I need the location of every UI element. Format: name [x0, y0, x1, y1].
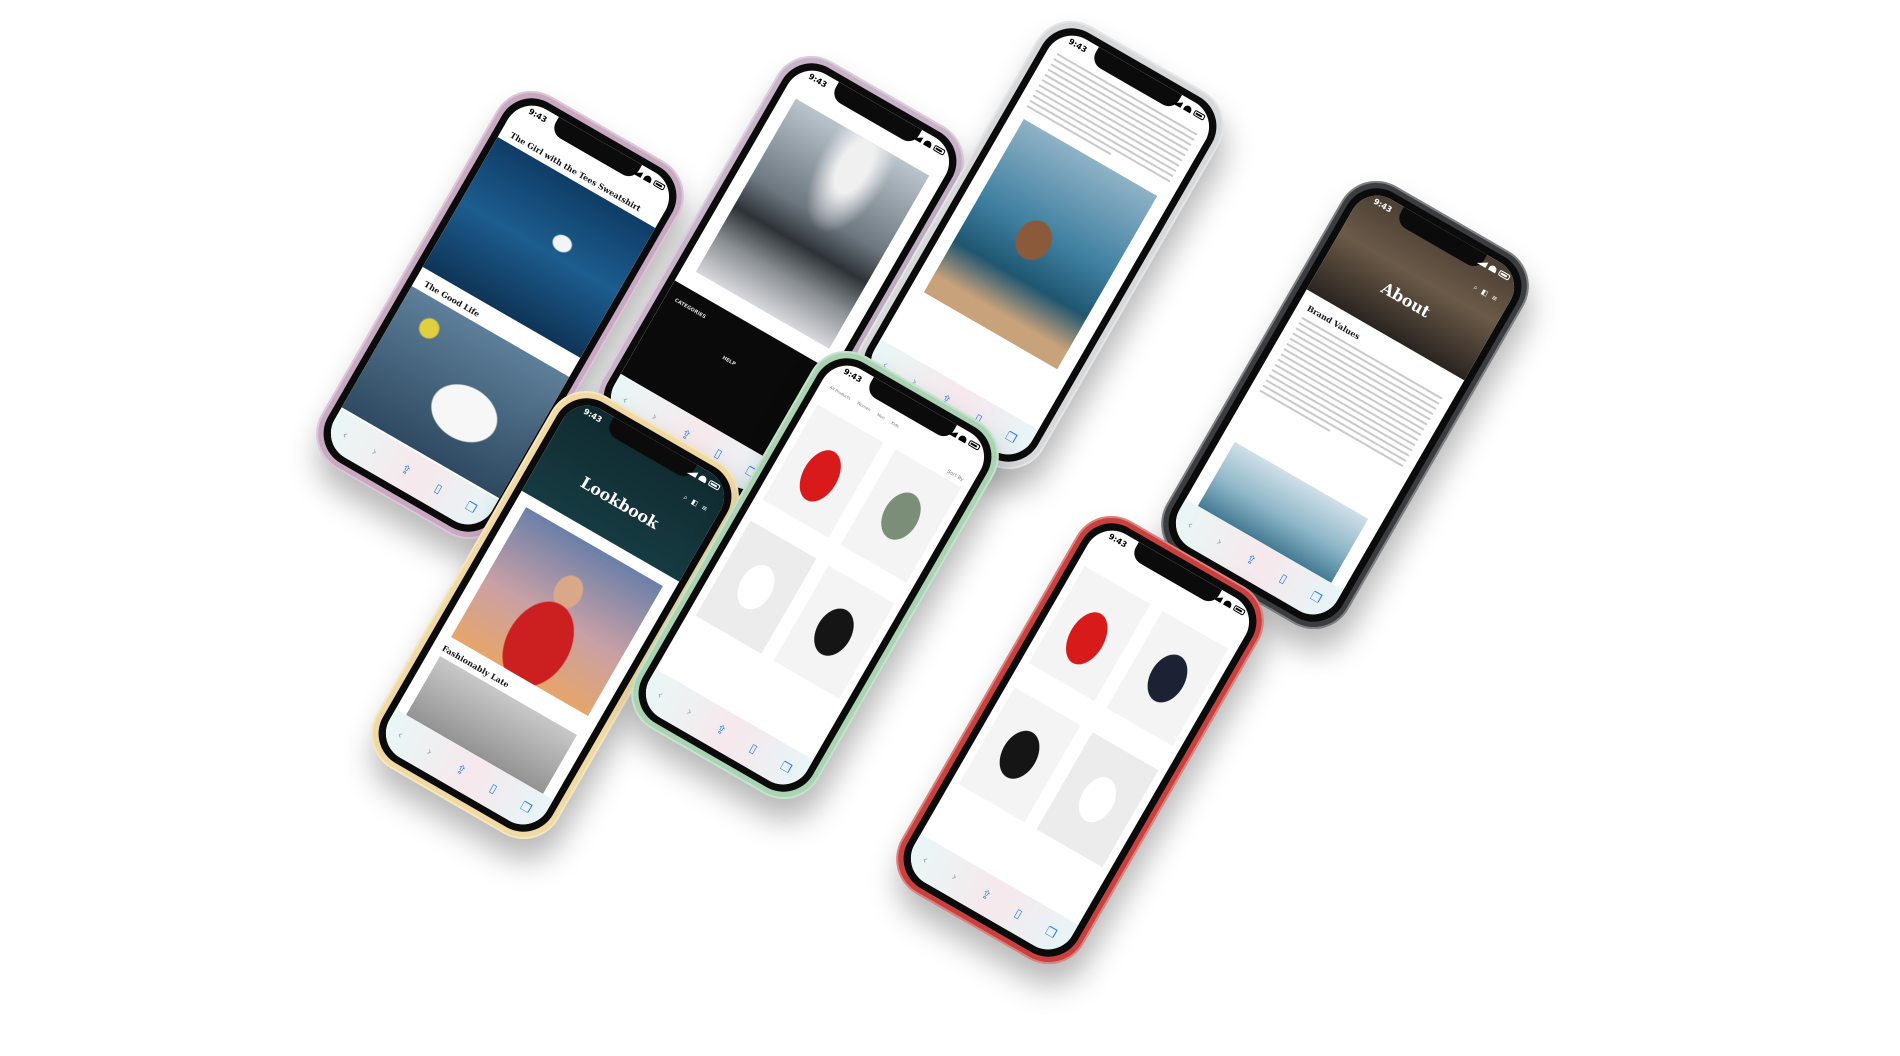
bookmarks-icon[interactable]: ▯	[747, 741, 760, 756]
bookmarks-icon[interactable]: ▯	[432, 481, 445, 496]
tab-all-products[interactable]: All Products	[829, 385, 852, 401]
back-icon[interactable]: ‹	[1185, 517, 1196, 532]
wifi-icon	[697, 474, 708, 484]
signal-icon	[686, 467, 699, 478]
share-icon[interactable]: ⇪	[398, 461, 414, 478]
wifi-icon	[1487, 264, 1498, 274]
phone-screen: 9:43 ⌕ ◧ ≡ About Brand Values ‹ › ⇪ ▯ ❐	[1165, 185, 1525, 625]
signal-icon	[1171, 97, 1184, 108]
share-icon[interactable]: ⇪	[978, 886, 994, 903]
tabs-icon[interactable]: ❐	[1043, 924, 1059, 942]
forward-icon[interactable]: ›	[1214, 534, 1225, 549]
phone-bezel: 9:43 ⌕ ◧ ≡ About Brand Values ‹ › ⇪ ▯ ❐	[1156, 175, 1534, 635]
tab-kids[interactable]: Kids	[890, 420, 900, 429]
signal-icon	[1211, 592, 1224, 603]
forward-icon[interactable]: ›	[949, 869, 960, 884]
footer-categories[interactable]: CATEGORIES	[673, 298, 706, 321]
signal-icon	[1476, 257, 1489, 268]
tab-men[interactable]: Men	[876, 412, 886, 421]
bookmarks-icon[interactable]: ▯	[487, 781, 500, 796]
signal-icon	[911, 132, 924, 143]
battery-icon	[652, 179, 666, 191]
share-icon[interactable]: ⇪	[713, 721, 729, 738]
bookmarks-icon[interactable]: ▯	[1277, 571, 1290, 586]
wifi-icon	[642, 174, 653, 184]
back-icon[interactable]: ‹	[395, 727, 406, 742]
phone-screen: 9:43 ‹ › ⇪ ▯ ❐	[900, 520, 1260, 960]
forward-icon[interactable]: ›	[684, 704, 695, 719]
battery-icon	[1192, 109, 1206, 121]
tabs-icon[interactable]: ❐	[1003, 429, 1019, 447]
tabs-icon[interactable]: ❐	[518, 799, 534, 817]
wifi-icon	[1182, 104, 1193, 114]
wifi-icon	[957, 434, 968, 444]
forward-icon[interactable]: ›	[369, 444, 380, 459]
mockup-stage: 9:43 The Girl with the Tees Sweatshirt T…	[0, 0, 1900, 1056]
battery-icon	[932, 144, 946, 156]
wifi-icon	[922, 139, 933, 149]
footer-help[interactable]: HELP	[721, 355, 737, 367]
bookmarks-icon[interactable]: ▯	[1012, 906, 1025, 921]
phone-bezel: 9:43 ‹ › ⇪ ▯ ❐	[891, 510, 1269, 970]
back-icon[interactable]: ‹	[340, 427, 351, 442]
signal-icon	[631, 167, 644, 178]
back-icon[interactable]: ‹	[920, 852, 931, 867]
battery-icon	[967, 439, 981, 451]
forward-icon[interactable]: ›	[424, 744, 435, 759]
tabs-icon[interactable]: ❐	[1308, 589, 1324, 607]
back-icon[interactable]: ‹	[655, 687, 666, 702]
tabs-icon[interactable]: ❐	[463, 499, 479, 517]
signal-icon	[946, 427, 959, 438]
tabs-icon[interactable]: ❐	[778, 759, 794, 777]
battery-icon	[1232, 604, 1246, 616]
about-text	[1257, 316, 1443, 476]
phone-shop-alt: 9:43 ‹ › ⇪ ▯ ❐	[881, 501, 1279, 979]
tab-women[interactable]: Women	[856, 400, 872, 412]
share-icon[interactable]: ⇪	[453, 761, 469, 778]
wifi-icon	[1222, 599, 1233, 609]
share-icon[interactable]: ⇪	[1243, 551, 1259, 568]
